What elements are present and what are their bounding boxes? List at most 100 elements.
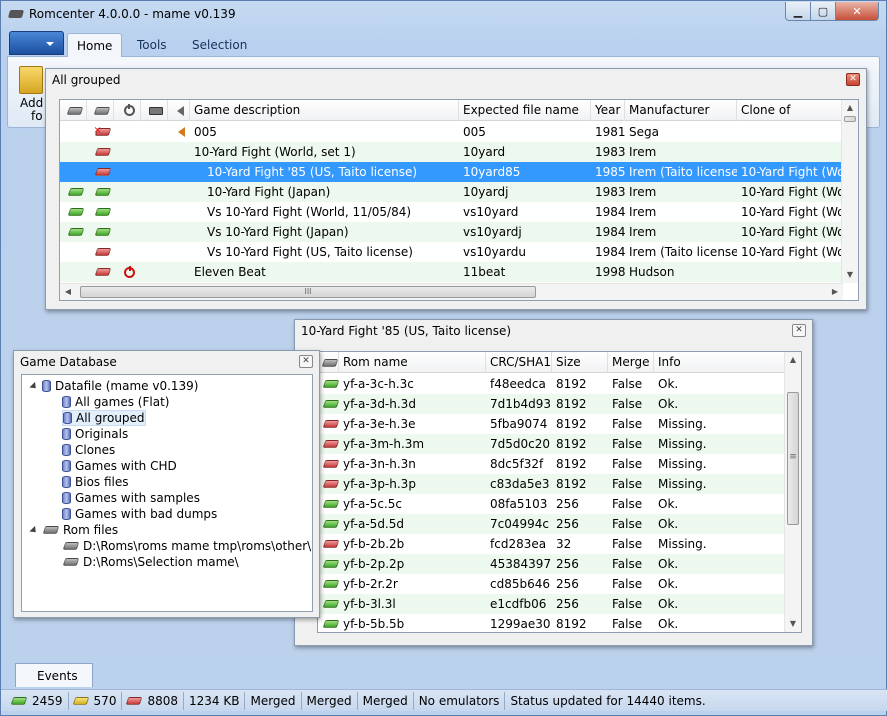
horizontal-scrollbar[interactable]: ◀ III ▶ [60, 283, 843, 300]
rom-green-icon [67, 188, 84, 196]
scroll-up-icon[interactable]: ▲ [785, 352, 801, 368]
tree-item[interactable]: Rom files [29, 522, 118, 538]
header-disk-icon[interactable] [141, 100, 168, 121]
panel-title: 10-Yard Fight '85 (US, Taito license) [301, 324, 512, 338]
disk-icon-cell [141, 182, 168, 202]
scroll-down-icon[interactable]: ▼ [785, 616, 801, 632]
header-clone-of[interactable]: Clone of [737, 100, 843, 121]
tab-selection[interactable]: Selection [183, 33, 256, 57]
game-database-header: Game Database ✕ [14, 351, 319, 373]
table-row[interactable]: yf-a-3n-h.3n 8dc5f32f 8192 False Missing. [318, 454, 786, 474]
tree-item-label: Originals [75, 427, 129, 441]
merge-cell: False [612, 617, 643, 631]
size-cell: 8192 [556, 617, 587, 631]
table-row[interactable]: yf-b-3l.3l e1cdfb06 256 False Ok. [318, 594, 786, 614]
tree-item[interactable]: Bios files [62, 474, 129, 490]
scroll-thumb[interactable] [844, 116, 856, 122]
scroll-thumb[interactable]: ≡ [787, 392, 799, 525]
header-year[interactable]: Year [591, 100, 625, 121]
minimize-button[interactable]: ▁ [785, 2, 811, 21]
tree-item[interactable]: Datafile (mame v0.139) [29, 378, 199, 394]
tree-item[interactable]: Games with samples [62, 490, 200, 506]
table-row[interactable]: yf-a-3c-h.3c f48eedca 8192 False Ok. [318, 374, 786, 394]
table-row[interactable]: yf-b-2r.2r cd85b646 256 False Ok. [318, 574, 786, 594]
sample-icon-cell [168, 162, 190, 182]
table-row[interactable]: yf-a-3d-h.3d 7d1b4d93 8192 False Ok. [318, 394, 786, 414]
table-row[interactable]: 10-Yard Fight (Japan) 10yardj 1983 Irem 10-Y… [60, 182, 843, 202]
database-icon [62, 396, 71, 408]
header-crc-sha1[interactable]: CRC/SHA1 [486, 352, 552, 373]
status-red-value: 8808 [147, 693, 178, 708]
tab-home[interactable]: Home [67, 33, 123, 57]
table-row[interactable]: yf-a-3m-h.3m 7d5d0c20 8192 False Missing. [318, 434, 786, 454]
scroll-left-icon[interactable]: ◀ [60, 284, 76, 300]
table-row[interactable]: yf-b-2b.2b fcd283ea 32 False Missing. [318, 534, 786, 554]
table-row[interactable]: 005 005 1981 Sega [60, 122, 843, 142]
close-panel-button[interactable]: ✕ [299, 355, 313, 368]
table-row[interactable]: 10-Yard Fight '85 (US, Taito license) 10y… [60, 162, 843, 182]
header-rom-name[interactable]: Rom name [339, 352, 486, 373]
tree-item-label: All games (Flat) [75, 395, 170, 409]
tree-item[interactable]: D:\Roms\Selection mame\ [62, 554, 239, 570]
expander-icon[interactable] [29, 525, 39, 535]
header-manufacturer[interactable]: Manufacturer [625, 100, 737, 121]
table-row[interactable]: yf-b-5b.5b 1299ae30 8192 False Ok. [318, 614, 786, 632]
events-log-tab[interactable]: Events log [15, 663, 93, 707]
tree-item[interactable]: All games (Flat) [62, 394, 169, 410]
table-row[interactable]: yf-a-3p-h.3p c83da5e3 8192 False Missing. [318, 474, 786, 494]
table-row[interactable]: yf-b-2p.2p 45384397 256 False Ok. [318, 554, 786, 574]
game-description-cell: 10-Yard Fight (World, set 1) [194, 145, 356, 159]
panel-title: All grouped [52, 73, 121, 87]
table-row[interactable]: Eleven Beat 11beat 1998 Hudson [60, 262, 843, 282]
table-row[interactable]: Vs 10-Yard Fight (World, 11/05/84) vs10ya… [60, 202, 843, 222]
header-have-icon[interactable] [60, 100, 87, 121]
status-icon-cell [318, 614, 339, 632]
header-power-icon[interactable] [114, 100, 141, 121]
header-status-icon[interactable] [318, 352, 339, 373]
disk-icon [149, 106, 163, 115]
header-merge[interactable]: Merge [608, 352, 654, 373]
power-icon-cell [114, 162, 141, 182]
scroll-right-icon[interactable]: ▶ [827, 284, 843, 300]
status-icon-cell [318, 454, 339, 474]
scroll-up-icon[interactable]: ▲ [842, 100, 858, 116]
folder-icon[interactable] [19, 66, 43, 94]
vertical-scrollbar[interactable]: ▲ ▼ [841, 100, 858, 283]
file-name-cell: vs10yardu [463, 245, 527, 259]
vertical-scrollbar[interactable]: ▲ ≡ ▼ [784, 352, 801, 632]
maximize-button[interactable]: ▢ [810, 2, 836, 21]
merge-cell: False [612, 397, 643, 411]
ribbon-application-button[interactable] [9, 31, 64, 55]
close-button[interactable]: ✕ [835, 2, 879, 21]
tree-item[interactable]: All grouped [62, 410, 146, 426]
size-cell: 256 [556, 517, 579, 531]
info-cell: Ok. [658, 517, 679, 531]
tab-tools[interactable]: Tools [128, 33, 176, 57]
tree-item[interactable]: Originals [62, 426, 128, 442]
tree-item[interactable]: Games with CHD [62, 458, 177, 474]
table-row[interactable]: yf-a-5d.5d 7c04994c 256 False Ok. [318, 514, 786, 534]
table-row[interactable]: yf-a-3e-h.3e 5fba9074 8192 False Missing. [318, 414, 786, 434]
table-row[interactable]: Vs 10-Yard Fight (Japan) vs10yardj 1984 Ire… [60, 222, 843, 242]
table-row[interactable]: Vs 10-Yard Fight (US, Taito license) vs10… [60, 242, 843, 262]
close-panel-button[interactable]: ✕ [846, 73, 860, 86]
header-game-description[interactable]: Game description [190, 100, 459, 121]
status-merge-mode-2: Merged [302, 691, 358, 710]
header-info[interactable]: Info [654, 352, 786, 373]
scroll-thumb[interactable]: III [80, 286, 536, 298]
table-row[interactable]: yf-a-5c.5c 08fa5103 256 False Ok. [318, 494, 786, 514]
header-sample-icon[interactable] [168, 100, 190, 121]
expander-icon[interactable] [29, 381, 39, 391]
header-expected-file-name[interactable]: Expected file name [459, 100, 591, 121]
close-panel-button[interactable]: ✕ [792, 324, 806, 337]
scroll-down-icon[interactable]: ▼ [842, 267, 858, 283]
header-status-icon[interactable] [87, 100, 114, 121]
table-row[interactable]: 10-Yard Fight (World, set 1) 10yard 1983 Ir… [60, 142, 843, 162]
tree-item[interactable]: D:\Roms\roms mame tmp\roms\other\ [62, 538, 311, 554]
tree-item[interactable]: Games with bad dumps [62, 506, 217, 522]
status-icon-cell [318, 574, 339, 594]
tree-item-label: D:\Roms\roms mame tmp\roms\other\ [83, 539, 312, 553]
header-size[interactable]: Size [552, 352, 608, 373]
rom-red-icon [126, 696, 143, 705]
tree-item[interactable]: Clones [62, 442, 115, 458]
